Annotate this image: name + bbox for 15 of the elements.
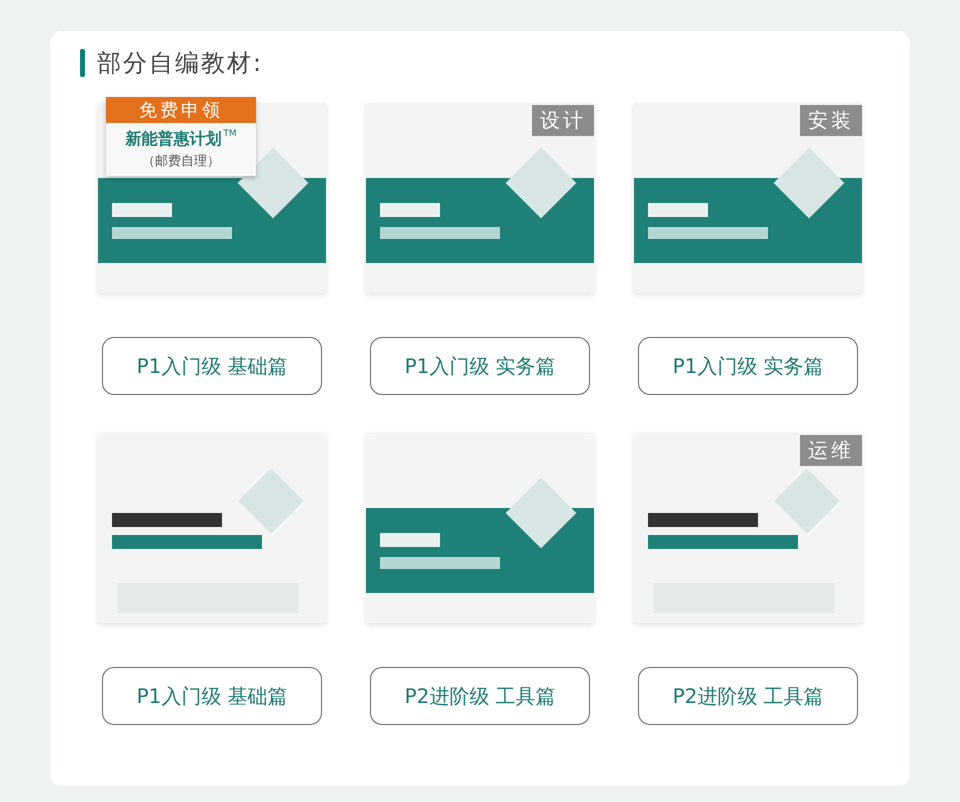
level-button[interactable]: P1入门级 基础篇	[102, 667, 322, 725]
category-tag: 安装	[800, 105, 862, 136]
level-button[interactable]: P2进阶级 工具篇	[370, 667, 590, 725]
promo-ribbon: 免费申领	[106, 97, 256, 123]
trademark-mark: TM	[223, 129, 237, 139]
promo-title: 新能普惠计划	[125, 129, 222, 150]
level-button[interactable]: P2进阶级 工具篇	[638, 667, 858, 725]
category-tag: 设计	[532, 105, 594, 136]
heading-accent-bar	[80, 49, 85, 77]
section-heading: 部分自编教材:	[97, 48, 264, 79]
category-tag: 运维	[800, 435, 862, 466]
level-button[interactable]: P1入门级 实务篇	[370, 337, 590, 395]
promo-note: （邮费自理）	[141, 153, 221, 170]
level-button[interactable]: P1入门级 实务篇	[638, 337, 858, 395]
level-button[interactable]: P1入门级 基础篇	[102, 337, 322, 395]
